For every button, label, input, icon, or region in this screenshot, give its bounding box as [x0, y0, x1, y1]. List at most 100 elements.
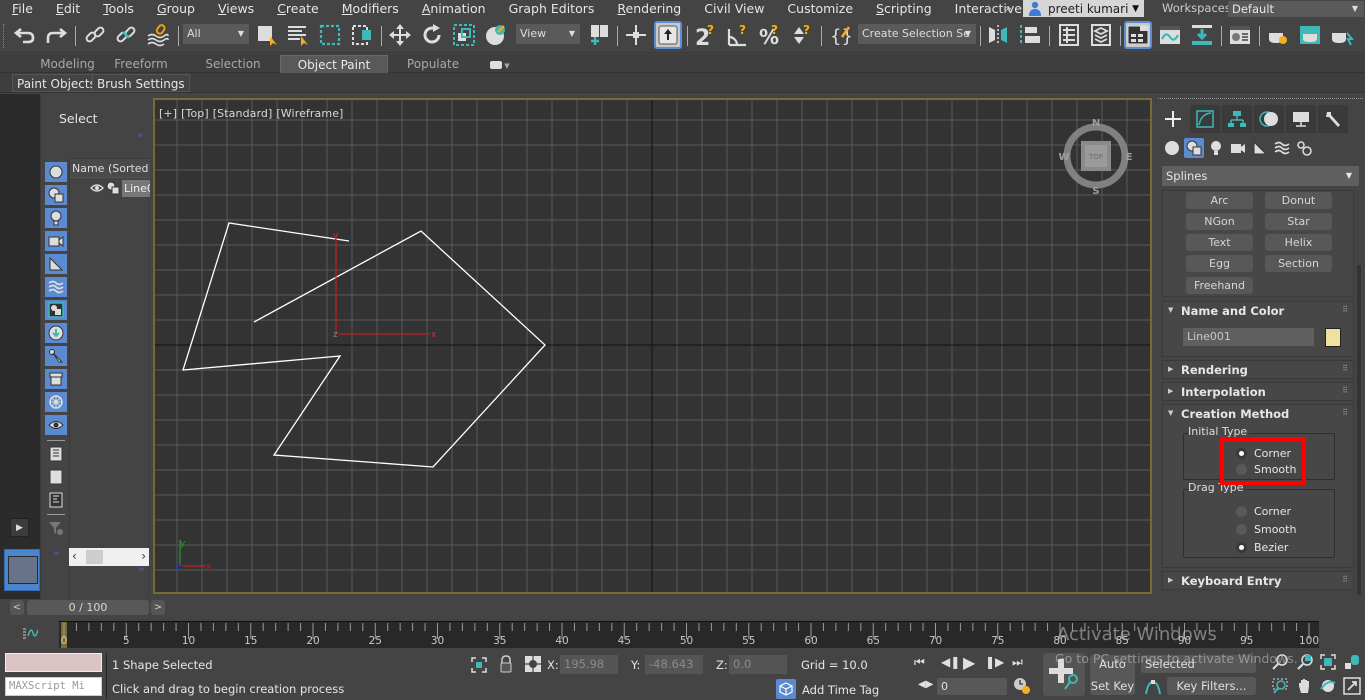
compass-n[interactable]: N — [1092, 118, 1100, 129]
selection-lock-icon[interactable] — [497, 655, 515, 673]
category-lights[interactable] — [1206, 138, 1226, 158]
menu-tools[interactable]: Tools — [91, 0, 145, 17]
compass-s[interactable]: S — [1092, 186, 1099, 197]
rollout-drag-handle-icon[interactable]: ⠿ — [1342, 305, 1348, 314]
tab-modify[interactable] — [1190, 105, 1220, 133]
isolate-selection-icon[interactable] — [470, 656, 488, 674]
named-selection-sets-dropdown[interactable]: Create Selection Se ▼ — [858, 24, 976, 44]
select-and-rotate-button[interactable] — [418, 21, 446, 49]
key-mode-toggle[interactable]: ◀▶ — [918, 679, 933, 690]
command-panel-grip[interactable] — [1158, 98, 1363, 99]
viewport-canvas[interactable]: y x z y x z TOP N S E W — [155, 100, 1152, 594]
display-containers-toggle[interactable] — [45, 369, 67, 389]
viewport-general-menu[interactable]: [+] — [159, 107, 177, 120]
compass-e[interactable]: E — [1126, 152, 1133, 163]
object-name[interactable]: Line0 — [122, 180, 150, 197]
redo-button[interactable] — [42, 21, 70, 49]
explorer-bottom-chevron[interactable]: » — [138, 564, 144, 575]
undo-button[interactable] — [11, 21, 39, 49]
go-to-start-button[interactable]: ⏮ — [914, 655, 925, 670]
key-filters-button[interactable]: Key Filters... — [1167, 677, 1256, 695]
window-crossing-button[interactable] — [348, 21, 376, 49]
menu-create[interactable]: Create — [265, 0, 330, 17]
workspace-dropdown[interactable]: Default ▼ — [1228, 1, 1364, 17]
explorer-horizontal-scrollbar[interactable]: ‹ › — [69, 548, 149, 566]
expand-triangle-icon[interactable]: ▶ — [1168, 576, 1173, 584]
menu-views[interactable]: Views — [206, 0, 265, 17]
add-time-tag-label[interactable]: Add Time Tag — [802, 683, 879, 697]
display-cameras-toggle[interactable] — [45, 231, 67, 251]
select-and-move-button[interactable] — [386, 21, 414, 49]
select-by-name-button[interactable] — [284, 21, 312, 49]
z-coordinate-field[interactable]: 0.0 — [729, 655, 787, 674]
category-helpers[interactable] — [1250, 138, 1270, 158]
bind-to-space-warp-button[interactable] — [144, 21, 172, 49]
scrollbar-thumb[interactable] — [1357, 265, 1361, 595]
material-editor-button[interactable] — [1226, 21, 1254, 49]
tab-motion[interactable] — [1254, 105, 1284, 133]
create-helix-button[interactable]: Helix — [1265, 234, 1332, 251]
explorer-collapse-chevron[interactable]: » — [53, 548, 59, 559]
tab-create[interactable] — [1158, 105, 1188, 133]
maximize-viewport-toggle-icon[interactable] — [1343, 677, 1361, 695]
time-configuration-icon[interactable] — [1013, 677, 1031, 695]
display-none-button[interactable] — [45, 467, 67, 487]
expand-layout-tabs-button[interactable]: ▶ — [10, 518, 29, 537]
display-geometry-toggle[interactable] — [45, 162, 67, 182]
scroll-right-icon[interactable]: › — [141, 549, 146, 563]
display-helpers-toggle[interactable] — [45, 254, 67, 274]
invert-display-button[interactable] — [45, 490, 67, 510]
compass-w[interactable]: W — [1058, 152, 1069, 163]
object-name-input[interactable]: Line001 — [1183, 328, 1314, 346]
toggle-ribbon-button[interactable] — [1124, 21, 1152, 49]
radio-button[interactable] — [1236, 524, 1247, 535]
angle-snap-toggle-button[interactable]: ? — [724, 21, 752, 49]
time-slider-thumb[interactable]: 0 / 100 — [27, 600, 149, 615]
rollout-title[interactable]: Interpolation — [1181, 385, 1266, 399]
rollout-keyboard-entry[interactable]: ▶ Keyboard Entry ⠿ — [1162, 571, 1354, 590]
snaps-toggle-button[interactable]: 2? — [692, 21, 720, 49]
collapse-triangle-icon[interactable]: ▼ — [1168, 409, 1173, 417]
place-object-button[interactable] — [482, 21, 510, 49]
expand-triangle-icon[interactable]: ▶ — [1168, 365, 1173, 373]
maxscript-mini-listener-input[interactable]: MAXScript Mi — [5, 677, 102, 696]
toolbar-grip[interactable] — [3, 24, 5, 48]
visibility-eye-icon[interactable] — [90, 182, 104, 194]
edit-named-selection-sets-button[interactable]: {} — [826, 21, 854, 49]
pan-hand-icon[interactable] — [1296, 677, 1314, 695]
current-frame-spinner[interactable]: 0 — [937, 678, 1007, 695]
category-space-warps[interactable] — [1272, 138, 1292, 158]
viewport-top[interactable]: y x z y x z TOP N S E W [+] [Top] [Stand… — [153, 98, 1152, 594]
menu-edit[interactable]: Edit — [44, 0, 91, 17]
user-account-dropdown[interactable]: preeti kumari ▼ — [1023, 0, 1144, 17]
create-ngon-button[interactable]: NGon — [1186, 213, 1253, 230]
create-star-button[interactable]: Star — [1265, 213, 1332, 230]
rollout-title[interactable]: Keyboard Entry — [1181, 574, 1282, 588]
rollout-title[interactable]: Name and Color — [1181, 304, 1284, 318]
viewport-layout-thumbnail[interactable] — [4, 549, 40, 591]
mini-curve-editor-icon[interactable] — [22, 626, 38, 640]
drag-type-smooth-radio[interactable]: Smooth — [1236, 523, 1296, 536]
menu-rendering[interactable]: Rendering — [605, 0, 692, 17]
rollout-drag-handle-icon[interactable]: ⠿ — [1342, 575, 1348, 584]
menu-scripting[interactable]: Scripting — [864, 0, 943, 17]
rectangular-selection-region-button[interactable] — [316, 21, 344, 49]
toggle-scene-explorer-button[interactable] — [1055, 21, 1083, 49]
keyboard-shortcut-override-toggle[interactable] — [654, 21, 682, 49]
category-systems[interactable] — [1294, 138, 1314, 158]
rollout-drag-handle-icon[interactable]: ⠿ — [1342, 386, 1348, 395]
transform-gizmo[interactable]: y x z — [333, 231, 437, 340]
rollout-drag-handle-icon[interactable]: ⠿ — [1342, 364, 1348, 373]
play-button[interactable]: ▶ — [963, 653, 975, 672]
filter-settings-button[interactable] — [45, 518, 67, 538]
set-key-button[interactable]: Set Key — [1090, 677, 1135, 695]
next-key-button[interactable]: ❚▶ — [985, 655, 1004, 669]
menu-customize[interactable]: Customize — [775, 0, 864, 17]
spinner-snap-toggle-button[interactable]: ? — [788, 21, 816, 49]
ribbon-tab-object-paint[interactable]: Object Paint — [280, 55, 388, 73]
absolute-mode-transform-icon[interactable] — [524, 655, 542, 673]
list-item[interactable]: Line0 — [70, 179, 150, 198]
name-column-header[interactable]: Name (Sorted A — [70, 159, 150, 178]
rollout-title[interactable]: Creation Method — [1181, 407, 1289, 421]
display-groups-toggle[interactable] — [45, 300, 67, 320]
